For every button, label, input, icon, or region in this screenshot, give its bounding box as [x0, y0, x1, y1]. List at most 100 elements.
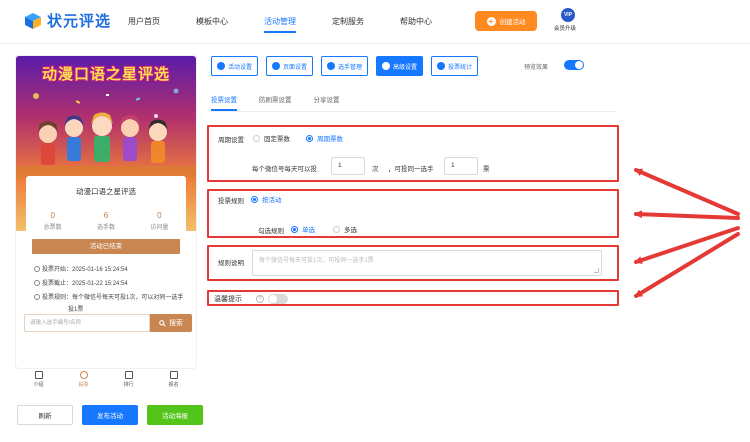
rule-description-textarea[interactable]: 每个微信号每天可投1次，可投同一选手1票 — [252, 250, 602, 276]
activity-stats: 0 总票数 6 选手数 0 访问量 — [26, 211, 186, 231]
vote-statistics-button[interactable]: 投票统计 — [431, 56, 479, 76]
rule-description-label: 规则说明 — [218, 260, 244, 267]
tab-anti-fraud-settings[interactable]: 防刷票设置 — [259, 94, 292, 111]
vip-upgrade[interactable]: VIP 会员升级 — [554, 8, 581, 32]
same-player-count-input[interactable]: 1 — [444, 157, 478, 175]
vote-rule-option-by-activity[interactable]: 按活动 — [251, 194, 282, 204]
activity-title: 动漫口语之星评选 — [76, 187, 136, 196]
stat-label: 访问量 — [150, 225, 169, 231]
nav-item-user-home[interactable]: 用户首页 — [128, 16, 160, 27]
help-icon[interactable]: ? — [256, 295, 264, 303]
cube-logo-icon — [25, 12, 41, 29]
period-option-fixed-label: 固定票数 — [264, 136, 290, 143]
arrow-to-period — [634, 168, 740, 216]
per-day-count-input[interactable]: 1 — [331, 157, 365, 175]
settings-subtabs: 投票设置 防刷票设置 分享设置 — [211, 94, 616, 112]
period-option-fixed[interactable]: 固定票数 — [253, 133, 290, 143]
check-rule-option-single[interactable]: 单选 — [291, 224, 315, 234]
tool-label: 高级设置 — [393, 64, 418, 71]
vote-start-row: 投票开始：2025-01-16 15:24:54 — [34, 263, 186, 277]
stat-value: 0 — [157, 211, 162, 220]
main-nav: 用户首页 模板中心 活动管理 定制服务 帮助中心 — [128, 16, 468, 33]
tabbar-label: 介绍 — [33, 382, 44, 388]
check-rule-option-multi[interactable]: 多选 — [333, 224, 357, 234]
ranking-icon — [124, 371, 133, 379]
top-bar: 状元评选 用户首页 模板中心 活动管理 定制服务 帮助中心 + 创建活动 VIP… — [0, 0, 750, 44]
activity-ended-banner: 活动已结束 — [32, 239, 180, 254]
arrow-group — [634, 168, 740, 298]
users-icon — [327, 62, 336, 70]
vote-info: 投票开始：2025-01-16 15:24:54 投票截止：2025-01-22… — [34, 263, 186, 315]
same-player-unit: 票 — [483, 166, 490, 173]
phone-preview: 动漫口语之星评选 动漫口语之星评选 0 总票数 6 选手数 0 访问量 活动已结… — [16, 56, 196, 368]
advanced-settings-button[interactable]: 高级设置 — [376, 56, 424, 76]
period-option-cyclic[interactable]: 周期票数 — [306, 133, 343, 143]
tabbar-label: 排行 — [123, 382, 134, 388]
nav-item-custom-service[interactable]: 定制服务 — [332, 16, 364, 27]
tool-label: 选手管理 — [338, 64, 363, 71]
tabbar-item-intro[interactable]: 介绍 — [16, 368, 61, 394]
radio-checked-icon — [306, 135, 313, 142]
stat-total-votes: 0 总票数 — [26, 211, 79, 231]
player-search-button[interactable]: 搜索 — [150, 314, 192, 332]
page-settings-button[interactable]: 页面设置 — [266, 56, 314, 76]
tool-label: 投票统计 — [448, 64, 473, 71]
tabbar-label: 投票 — [78, 382, 89, 388]
signup-icon — [169, 371, 178, 379]
logo[interactable]: 状元评选 — [24, 10, 111, 31]
publish-activity-button[interactable]: 发布活动 — [82, 405, 138, 425]
arrow-to-warm-tip — [634, 232, 740, 298]
stat-visits: 0 访问量 — [133, 211, 186, 231]
stat-label: 总票数 — [43, 225, 62, 231]
vip-badge-icon: VIP — [561, 8, 575, 22]
vote-rule-text: 投票规则：每个微信号每天可投1次，可以对同一选手 — [42, 295, 184, 301]
phone-tabbar: 介绍 投票 排行 报名 — [16, 368, 196, 394]
period-label: 周期设置 — [218, 137, 244, 144]
banner-title: 动漫口语之星评选 — [41, 66, 170, 83]
preview-effect-label: 预览效果 — [524, 65, 549, 71]
search-button-label: 搜索 — [169, 320, 183, 327]
tool-label: 活动设置 — [228, 64, 253, 71]
tabbar-item-ranking[interactable]: 排行 — [106, 368, 151, 394]
vote-rule-option-label: 按活动 — [262, 197, 282, 204]
tab-share-settings[interactable]: 分享设置 — [314, 94, 340, 111]
nav-item-activity-management[interactable]: 活动管理 — [264, 16, 296, 33]
player-search: 请输入选手编号/名称 搜索 — [24, 314, 194, 332]
activity-poster-button[interactable]: 活动海报 — [147, 405, 203, 425]
nav-item-help-center[interactable]: 帮助中心 — [400, 16, 432, 27]
activity-settings-button[interactable]: 活动设置 — [211, 56, 259, 76]
tab-vote-settings[interactable]: 投票设置 — [211, 94, 237, 111]
player-management-button[interactable]: 选手管理 — [321, 56, 369, 76]
settings-toolbar: 活动设置 页面设置 选手管理 高级设置 投票统计 — [211, 56, 486, 76]
vote-end-row: 投票截止：2025-01-22 15:24:54 — [34, 277, 186, 291]
arrow-to-vote-rule — [634, 210, 740, 220]
player-search-input[interactable]: 请输入选手编号/名称 — [24, 314, 150, 332]
preview-effect-toggle[interactable] — [564, 60, 584, 70]
vote-user-icon — [79, 371, 88, 379]
stat-value: 6 — [103, 211, 109, 220]
create-activity-button[interactable]: + 创建活动 — [475, 11, 537, 31]
vote-end-text: 投票截止：2025-01-22 15:24:54 — [42, 281, 128, 287]
stat-label: 选手数 — [96, 225, 115, 231]
period-option-cyclic-label: 周期票数 — [317, 136, 343, 143]
sliders-icon — [382, 62, 391, 70]
check-rule-label: 勾选规则 — [258, 228, 284, 235]
clock-icon — [34, 265, 40, 272]
tabbar-item-vote[interactable]: 投票 — [61, 368, 106, 394]
create-activity-label: 创建活动 — [499, 19, 526, 26]
plus-icon: + — [486, 16, 496, 26]
clock-icon — [34, 279, 40, 286]
vote-rule-row: 投票规则：每个微信号每天可投1次，可以对同一选手 — [34, 291, 186, 305]
tool-label: 页面设置 — [283, 64, 308, 71]
vote-start-text: 投票开始：2025-01-16 15:24:54 — [42, 267, 128, 273]
check-rule-single-label: 单选 — [302, 227, 315, 234]
stat-value: 0 — [50, 211, 55, 220]
bar-chart-icon — [437, 62, 446, 70]
radio-checked-icon — [251, 196, 258, 203]
per-day-prefix: 每个微信号每天可以投 — [252, 166, 317, 173]
warm-tip-toggle[interactable] — [268, 294, 288, 304]
nav-item-templates[interactable]: 模板中心 — [196, 16, 228, 27]
tabbar-label: 报名 — [168, 382, 179, 388]
tabbar-item-signup[interactable]: 报名 — [151, 368, 196, 394]
refresh-button[interactable]: 刷新 — [17, 405, 73, 425]
